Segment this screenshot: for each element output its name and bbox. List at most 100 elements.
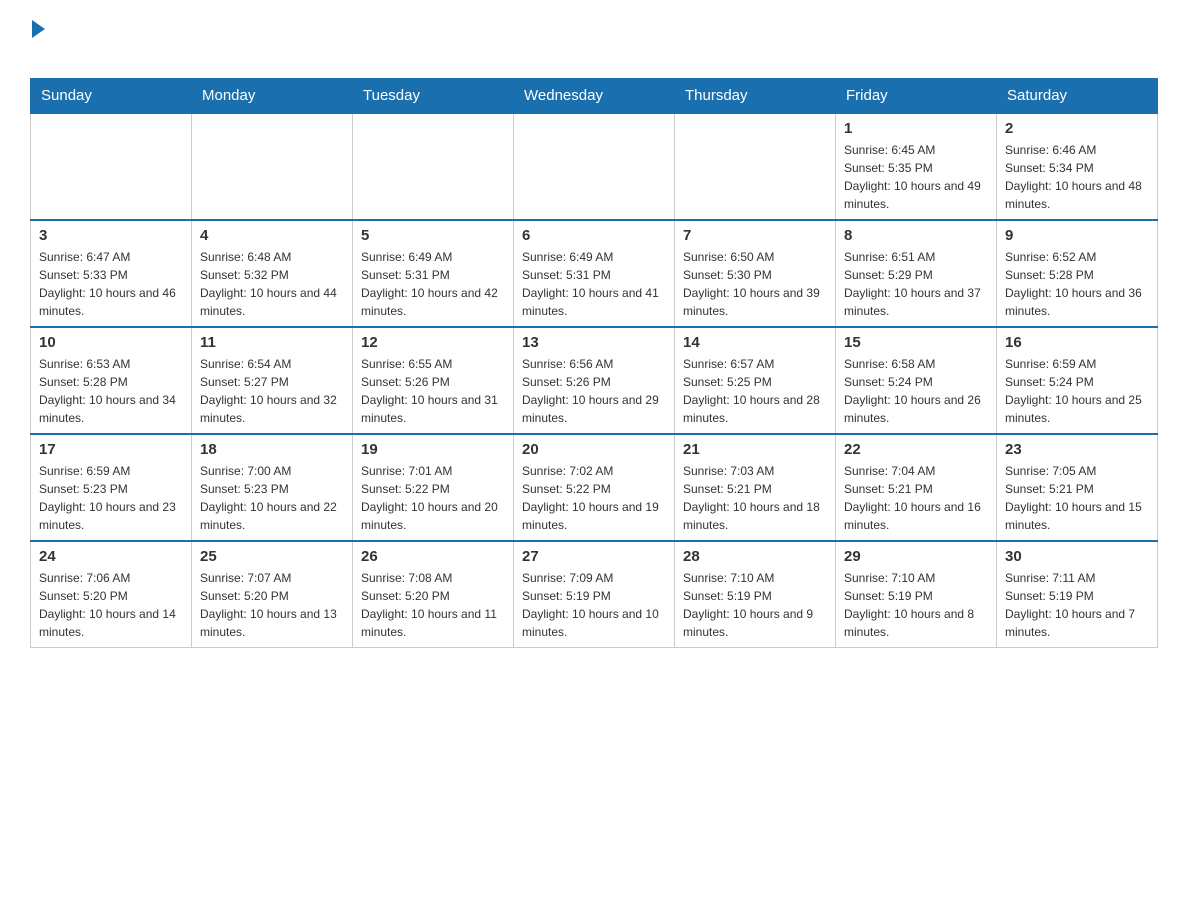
day-info: Sunrise: 7:10 AMSunset: 5:19 PMDaylight:… [683,569,827,641]
day-info: Sunrise: 6:52 AMSunset: 5:28 PMDaylight:… [1005,248,1149,320]
calendar-cell: 8Sunrise: 6:51 AMSunset: 5:29 PMDaylight… [836,220,997,327]
calendar-cell: 10 Sunrise: 6:53 AMSunset: 5:28 PMDayligh… [31,327,192,434]
calendar-cell: 24 Sunrise: 7:06 AMSunset: 5:20 PMDayligh… [31,541,192,648]
day-number: 19 [361,441,505,458]
day-info: Sunrise: 7:02 AMSunset: 5:22 PMDaylight:… [522,462,666,534]
day-info: Sunrise: 6:59 AMSunset: 5:24 PMDaylight:… [1005,355,1149,427]
calendar-cell: 11Sunrise: 6:54 AMSunset: 5:27 PMDayligh… [192,327,353,434]
calendar-day-header: Monday [192,79,353,114]
calendar-day-header: Sunday [31,79,192,114]
day-info: Sunrise: 7:10 AMSunset: 5:19 PMDaylight:… [844,569,988,641]
day-info: Sunrise: 6:59 AMSunset: 5:23 PMDaylight:… [39,462,183,534]
day-info: Sunrise: 6:50 AMSunset: 5:30 PMDaylight:… [683,248,827,320]
calendar-cell: 20 Sunrise: 7:02 AMSunset: 5:22 PMDayligh… [514,434,675,541]
day-info: Sunrise: 6:49 AMSunset: 5:31 PMDaylight:… [361,248,505,320]
calendar-cell: 14 Sunrise: 6:57 AMSunset: 5:25 PMDayligh… [675,327,836,434]
calendar-cell [514,113,675,220]
calendar-cell: 30Sunrise: 7:11 AMSunset: 5:19 PMDayligh… [997,541,1158,648]
calendar-cell: 27Sunrise: 7:09 AMSunset: 5:19 PMDayligh… [514,541,675,648]
day-info: Sunrise: 6:45 AMSunset: 5:35 PMDaylight:… [844,141,988,213]
calendar-week-row: 24 Sunrise: 7:06 AMSunset: 5:20 PMDayligh… [31,541,1158,648]
calendar-cell [31,113,192,220]
day-info: Sunrise: 7:01 AMSunset: 5:22 PMDaylight:… [361,462,505,534]
day-number: 21 [683,441,827,458]
calendar-cell: 22Sunrise: 7:04 AMSunset: 5:21 PMDayligh… [836,434,997,541]
calendar-cell [353,113,514,220]
day-number: 9 [1005,227,1149,244]
day-number: 17 [39,441,183,458]
day-info: Sunrise: 6:58 AMSunset: 5:24 PMDaylight:… [844,355,988,427]
calendar-week-row: 10 Sunrise: 6:53 AMSunset: 5:28 PMDayligh… [31,327,1158,434]
day-info: Sunrise: 6:51 AMSunset: 5:29 PMDaylight:… [844,248,988,320]
day-info: Sunrise: 7:08 AMSunset: 5:20 PMDaylight:… [361,569,505,641]
calendar-cell: 16 Sunrise: 6:59 AMSunset: 5:24 PMDayligh… [997,327,1158,434]
day-info: Sunrise: 6:55 AMSunset: 5:26 PMDaylight:… [361,355,505,427]
calendar-cell: 2Sunrise: 6:46 AMSunset: 5:34 PMDaylight… [997,113,1158,220]
calendar-cell: 7 Sunrise: 6:50 AMSunset: 5:30 PMDaylight… [675,220,836,327]
day-info: Sunrise: 6:47 AMSunset: 5:33 PMDaylight:… [39,248,183,320]
day-number: 24 [39,548,183,565]
calendar-cell: 23 Sunrise: 7:05 AMSunset: 5:21 PMDayligh… [997,434,1158,541]
day-number: 7 [683,227,827,244]
day-info: Sunrise: 6:56 AMSunset: 5:26 PMDaylight:… [522,355,666,427]
day-info: Sunrise: 6:54 AMSunset: 5:27 PMDaylight:… [200,355,344,427]
calendar-header-row: SundayMondayTuesdayWednesdayThursdayFrid… [31,79,1158,114]
day-number: 2 [1005,120,1149,137]
day-number: 26 [361,548,505,565]
calendar-cell: 13 Sunrise: 6:56 AMSunset: 5:26 PMDayligh… [514,327,675,434]
day-number: 23 [1005,441,1149,458]
day-number: 13 [522,334,666,351]
day-number: 12 [361,334,505,351]
calendar-cell [192,113,353,220]
day-info: Sunrise: 7:05 AMSunset: 5:21 PMDaylight:… [1005,462,1149,534]
calendar-day-header: Friday [836,79,997,114]
day-number: 18 [200,441,344,458]
page-header [30,20,1158,62]
calendar-cell: 9 Sunrise: 6:52 AMSunset: 5:28 PMDaylight… [997,220,1158,327]
day-info: Sunrise: 7:09 AMSunset: 5:19 PMDaylight:… [522,569,666,641]
calendar-cell: 4 Sunrise: 6:48 AMSunset: 5:32 PMDaylight… [192,220,353,327]
calendar-header: SundayMondayTuesdayWednesdayThursdayFrid… [31,79,1158,114]
calendar-day-header: Tuesday [353,79,514,114]
calendar-body: 1 Sunrise: 6:45 AMSunset: 5:35 PMDaylight… [31,113,1158,648]
day-number: 5 [361,227,505,244]
calendar-day-header: Wednesday [514,79,675,114]
day-info: Sunrise: 7:06 AMSunset: 5:20 PMDaylight:… [39,569,183,641]
day-info: Sunrise: 6:48 AMSunset: 5:32 PMDaylight:… [200,248,344,320]
calendar-cell: 6Sunrise: 6:49 AMSunset: 5:31 PMDaylight… [514,220,675,327]
day-number: 10 [39,334,183,351]
day-info: Sunrise: 6:57 AMSunset: 5:25 PMDaylight:… [683,355,827,427]
day-number: 6 [522,227,666,244]
calendar-cell: 5 Sunrise: 6:49 AMSunset: 5:31 PMDaylight… [353,220,514,327]
day-info: Sunrise: 7:11 AMSunset: 5:19 PMDaylight:… [1005,569,1149,641]
day-number: 1 [844,120,988,137]
calendar-day-header: Saturday [997,79,1158,114]
calendar-cell: 12 Sunrise: 6:55 AMSunset: 5:26 PMDayligh… [353,327,514,434]
day-number: 14 [683,334,827,351]
calendar-cell [675,113,836,220]
day-number: 22 [844,441,988,458]
calendar-cell: 25Sunrise: 7:07 AMSunset: 5:20 PMDayligh… [192,541,353,648]
day-number: 15 [844,334,988,351]
calendar-day-header: Thursday [675,79,836,114]
calendar-cell: 1 Sunrise: 6:45 AMSunset: 5:35 PMDaylight… [836,113,997,220]
logo [30,20,45,62]
calendar-cell: 18 Sunrise: 7:00 AMSunset: 5:23 PMDayligh… [192,434,353,541]
calendar-cell: 19 Sunrise: 7:01 AMSunset: 5:22 PMDayligh… [353,434,514,541]
day-info: Sunrise: 7:00 AMSunset: 5:23 PMDaylight:… [200,462,344,534]
calendar-cell: 17 Sunrise: 6:59 AMSunset: 5:23 PMDayligh… [31,434,192,541]
day-number: 20 [522,441,666,458]
calendar-cell: 21Sunrise: 7:03 AMSunset: 5:21 PMDayligh… [675,434,836,541]
calendar-table: SundayMondayTuesdayWednesdayThursdayFrid… [30,78,1158,648]
day-number: 3 [39,227,183,244]
day-number: 29 [844,548,988,565]
day-number: 4 [200,227,344,244]
calendar-week-row: 17 Sunrise: 6:59 AMSunset: 5:23 PMDayligh… [31,434,1158,541]
calendar-week-row: 1 Sunrise: 6:45 AMSunset: 5:35 PMDaylight… [31,113,1158,220]
calendar-week-row: 3 Sunrise: 6:47 AMSunset: 5:33 PMDaylight… [31,220,1158,327]
calendar-cell: 29 Sunrise: 7:10 AMSunset: 5:19 PMDayligh… [836,541,997,648]
day-number: 16 [1005,334,1149,351]
day-info: Sunrise: 7:07 AMSunset: 5:20 PMDaylight:… [200,569,344,641]
calendar-cell: 26 Sunrise: 7:08 AMSunset: 5:20 PMDayligh… [353,541,514,648]
day-info: Sunrise: 6:53 AMSunset: 5:28 PMDaylight:… [39,355,183,427]
